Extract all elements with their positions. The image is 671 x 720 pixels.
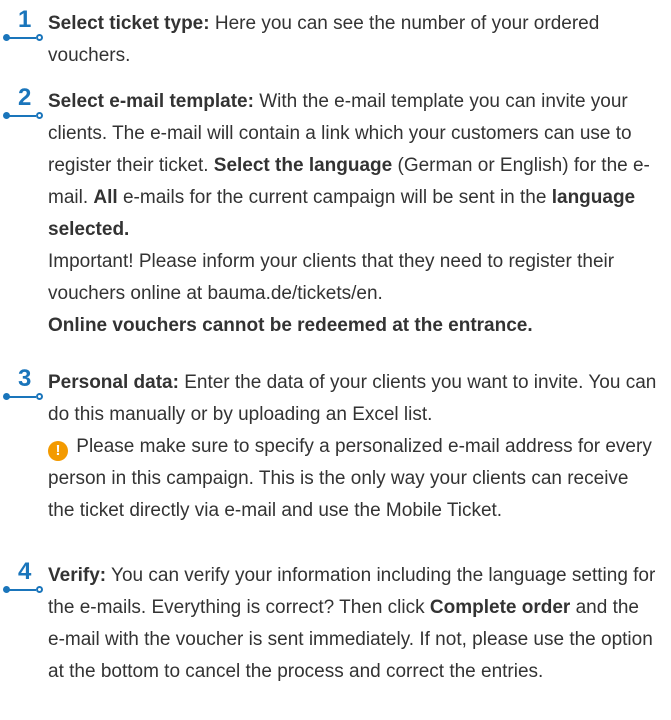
step-number-badge: 1 bbox=[2, 6, 46, 44]
email-note: Please make sure to specify a personaliz… bbox=[48, 436, 652, 521]
important-note: Important! Please inform your clients th… bbox=[48, 251, 615, 304]
step-text: Select e-mail template: With the e-mail … bbox=[48, 86, 660, 342]
step-2: 2 Select e-mail template: With the e-mai… bbox=[0, 84, 671, 342]
step-text: Select ticket type: Here you can see the… bbox=[48, 8, 660, 72]
step-title: Select e-mail template: bbox=[48, 91, 254, 112]
step-number: 1 bbox=[18, 6, 32, 33]
step-text: Personal data: Enter the data of your cl… bbox=[48, 367, 660, 527]
step-number: 4 bbox=[18, 558, 32, 585]
redeem-warning: Online vouchers cannot be redeemed at th… bbox=[48, 315, 533, 336]
step-title: Verify: bbox=[48, 565, 107, 586]
step-text: Verify: You can verify your information … bbox=[48, 560, 660, 688]
all-emphasis: All bbox=[93, 187, 118, 208]
step-title: Select ticket type: bbox=[48, 13, 210, 34]
step-number-badge: 2 bbox=[2, 84, 46, 122]
step-1: 1 Select ticket type: Here you can see t… bbox=[0, 6, 671, 72]
step-number: 3 bbox=[18, 365, 32, 392]
step-number-badge: 4 bbox=[2, 558, 46, 596]
step-title: Personal data: bbox=[48, 372, 179, 393]
exclamation-icon: ! bbox=[48, 441, 68, 461]
steps-list: 1 Select ticket type: Here you can see t… bbox=[0, 0, 671, 720]
select-language-emphasis: Select the language bbox=[213, 155, 393, 176]
step-number: 2 bbox=[18, 84, 32, 111]
complete-order-emphasis: Complete order bbox=[429, 597, 571, 618]
step-4: 4 Verify: You can verify your informatio… bbox=[0, 558, 671, 688]
step-body: e-mails for the current campaign will be… bbox=[117, 187, 552, 208]
step-number-badge: 3 bbox=[2, 365, 46, 403]
step-3: 3 Personal data: Enter the data of your … bbox=[0, 365, 671, 527]
